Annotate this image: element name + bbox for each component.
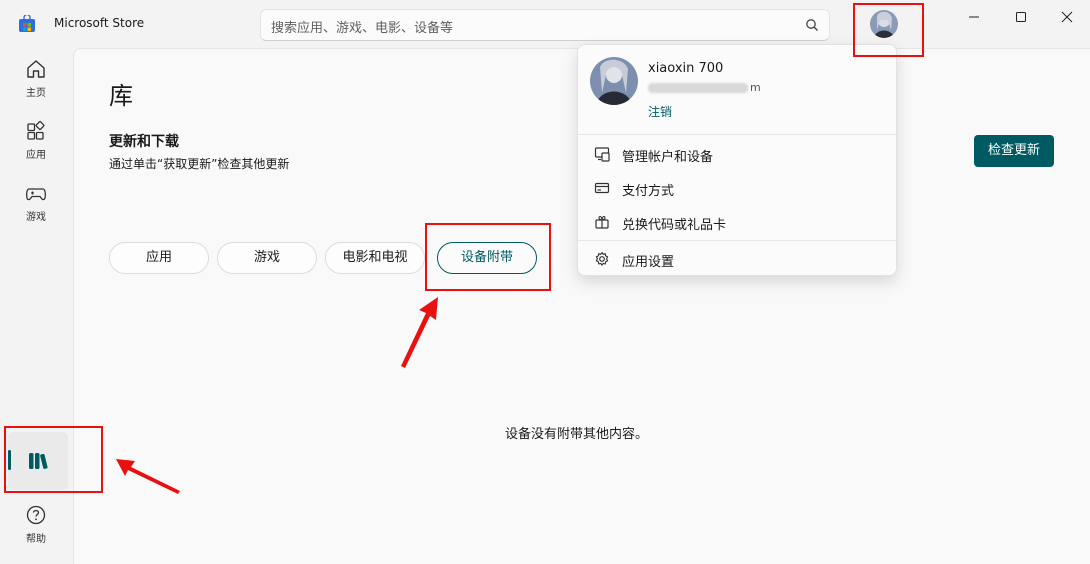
annotation-box-avatar <box>853 3 924 57</box>
menu-item-label: 兑换代码或礼品卡 <box>622 218 727 233</box>
divider <box>578 134 896 135</box>
menu-item-app-settings[interactable]: 应用设置 <box>578 242 896 276</box>
redacted-email <box>648 83 748 93</box>
search-box[interactable]: 搜索应用、游戏、电影、设备等 <box>260 9 830 41</box>
home-icon <box>27 60 45 78</box>
sign-out-link[interactable]: 注销 <box>648 103 672 120</box>
filter-games[interactable]: 游戏 <box>217 242 317 274</box>
account-avatar <box>590 57 638 105</box>
annotation-box-library <box>4 426 103 493</box>
empty-message: 设备没有附带其他内容。 <box>505 427 649 442</box>
gear-icon <box>595 251 609 266</box>
section-title: 更新和下载 <box>109 134 179 150</box>
account-devices-icon <box>594 147 610 162</box>
menu-item-payment[interactable]: 支付方式 <box>578 171 896 205</box>
avatar-image <box>590 57 638 105</box>
sidebar-item-label: 游戏 <box>26 212 46 223</box>
sidebar-item-apps[interactable]: 应用 <box>12 120 60 174</box>
close-icon[interactable] <box>1056 8 1078 26</box>
sidebar-item-label: 主页 <box>26 88 46 99</box>
filter-apps[interactable]: 应用 <box>109 242 209 274</box>
check-updates-button[interactable]: 检查更新 <box>974 135 1054 167</box>
minimize-icon[interactable] <box>963 8 985 26</box>
maximize-icon[interactable] <box>1010 8 1032 26</box>
search-icon[interactable] <box>805 18 819 32</box>
sidebar-item-games[interactable]: 游戏 <box>12 182 60 236</box>
sidebar-item-label: 应用 <box>26 150 46 161</box>
gift-card-icon <box>595 215 609 229</box>
app-title: Microsoft Store <box>54 16 145 30</box>
menu-item-redeem[interactable]: 兑换代码或礼品卡 <box>578 205 896 239</box>
microsoft-store-logo <box>19 15 35 32</box>
menu-item-label: 管理帐户和设备 <box>622 150 714 165</box>
page-title: 库 <box>109 82 133 110</box>
menu-item-label: 应用设置 <box>622 255 675 270</box>
menu-item-manage-account[interactable]: 管理帐户和设备 <box>578 137 896 171</box>
title-bar: Microsoft Store 搜索应用、游戏、电影、设备等 <box>0 0 1090 48</box>
sidebar-item-home[interactable]: 主页 <box>12 58 60 112</box>
account-username: xiaoxin 700 <box>648 61 724 76</box>
section-subtitle: 通过单击“获取更新”检查其他更新 <box>109 157 290 171</box>
credit-card-icon <box>594 182 610 194</box>
sidebar-item-label: 帮助 <box>26 534 46 545</box>
apps-icon <box>27 121 45 140</box>
help-icon <box>26 505 46 525</box>
menu-item-label: 支付方式 <box>622 184 675 199</box>
search-placeholder[interactable]: 搜索应用、游戏、电影、设备等 <box>271 17 453 36</box>
divider <box>578 240 896 241</box>
game-controller-icon <box>25 188 47 201</box>
annotation-box-device-filter <box>425 223 551 291</box>
filter-movies-tv[interactable]: 电影和电视 <box>325 242 425 274</box>
account-dropdown: xiaoxin 700 m 注销 管理帐户和设备 支付方式 兑换代码或礼品卡 应… <box>577 44 897 276</box>
account-email: m <box>648 81 761 94</box>
sidebar-item-help[interactable]: 帮助 <box>12 504 60 558</box>
